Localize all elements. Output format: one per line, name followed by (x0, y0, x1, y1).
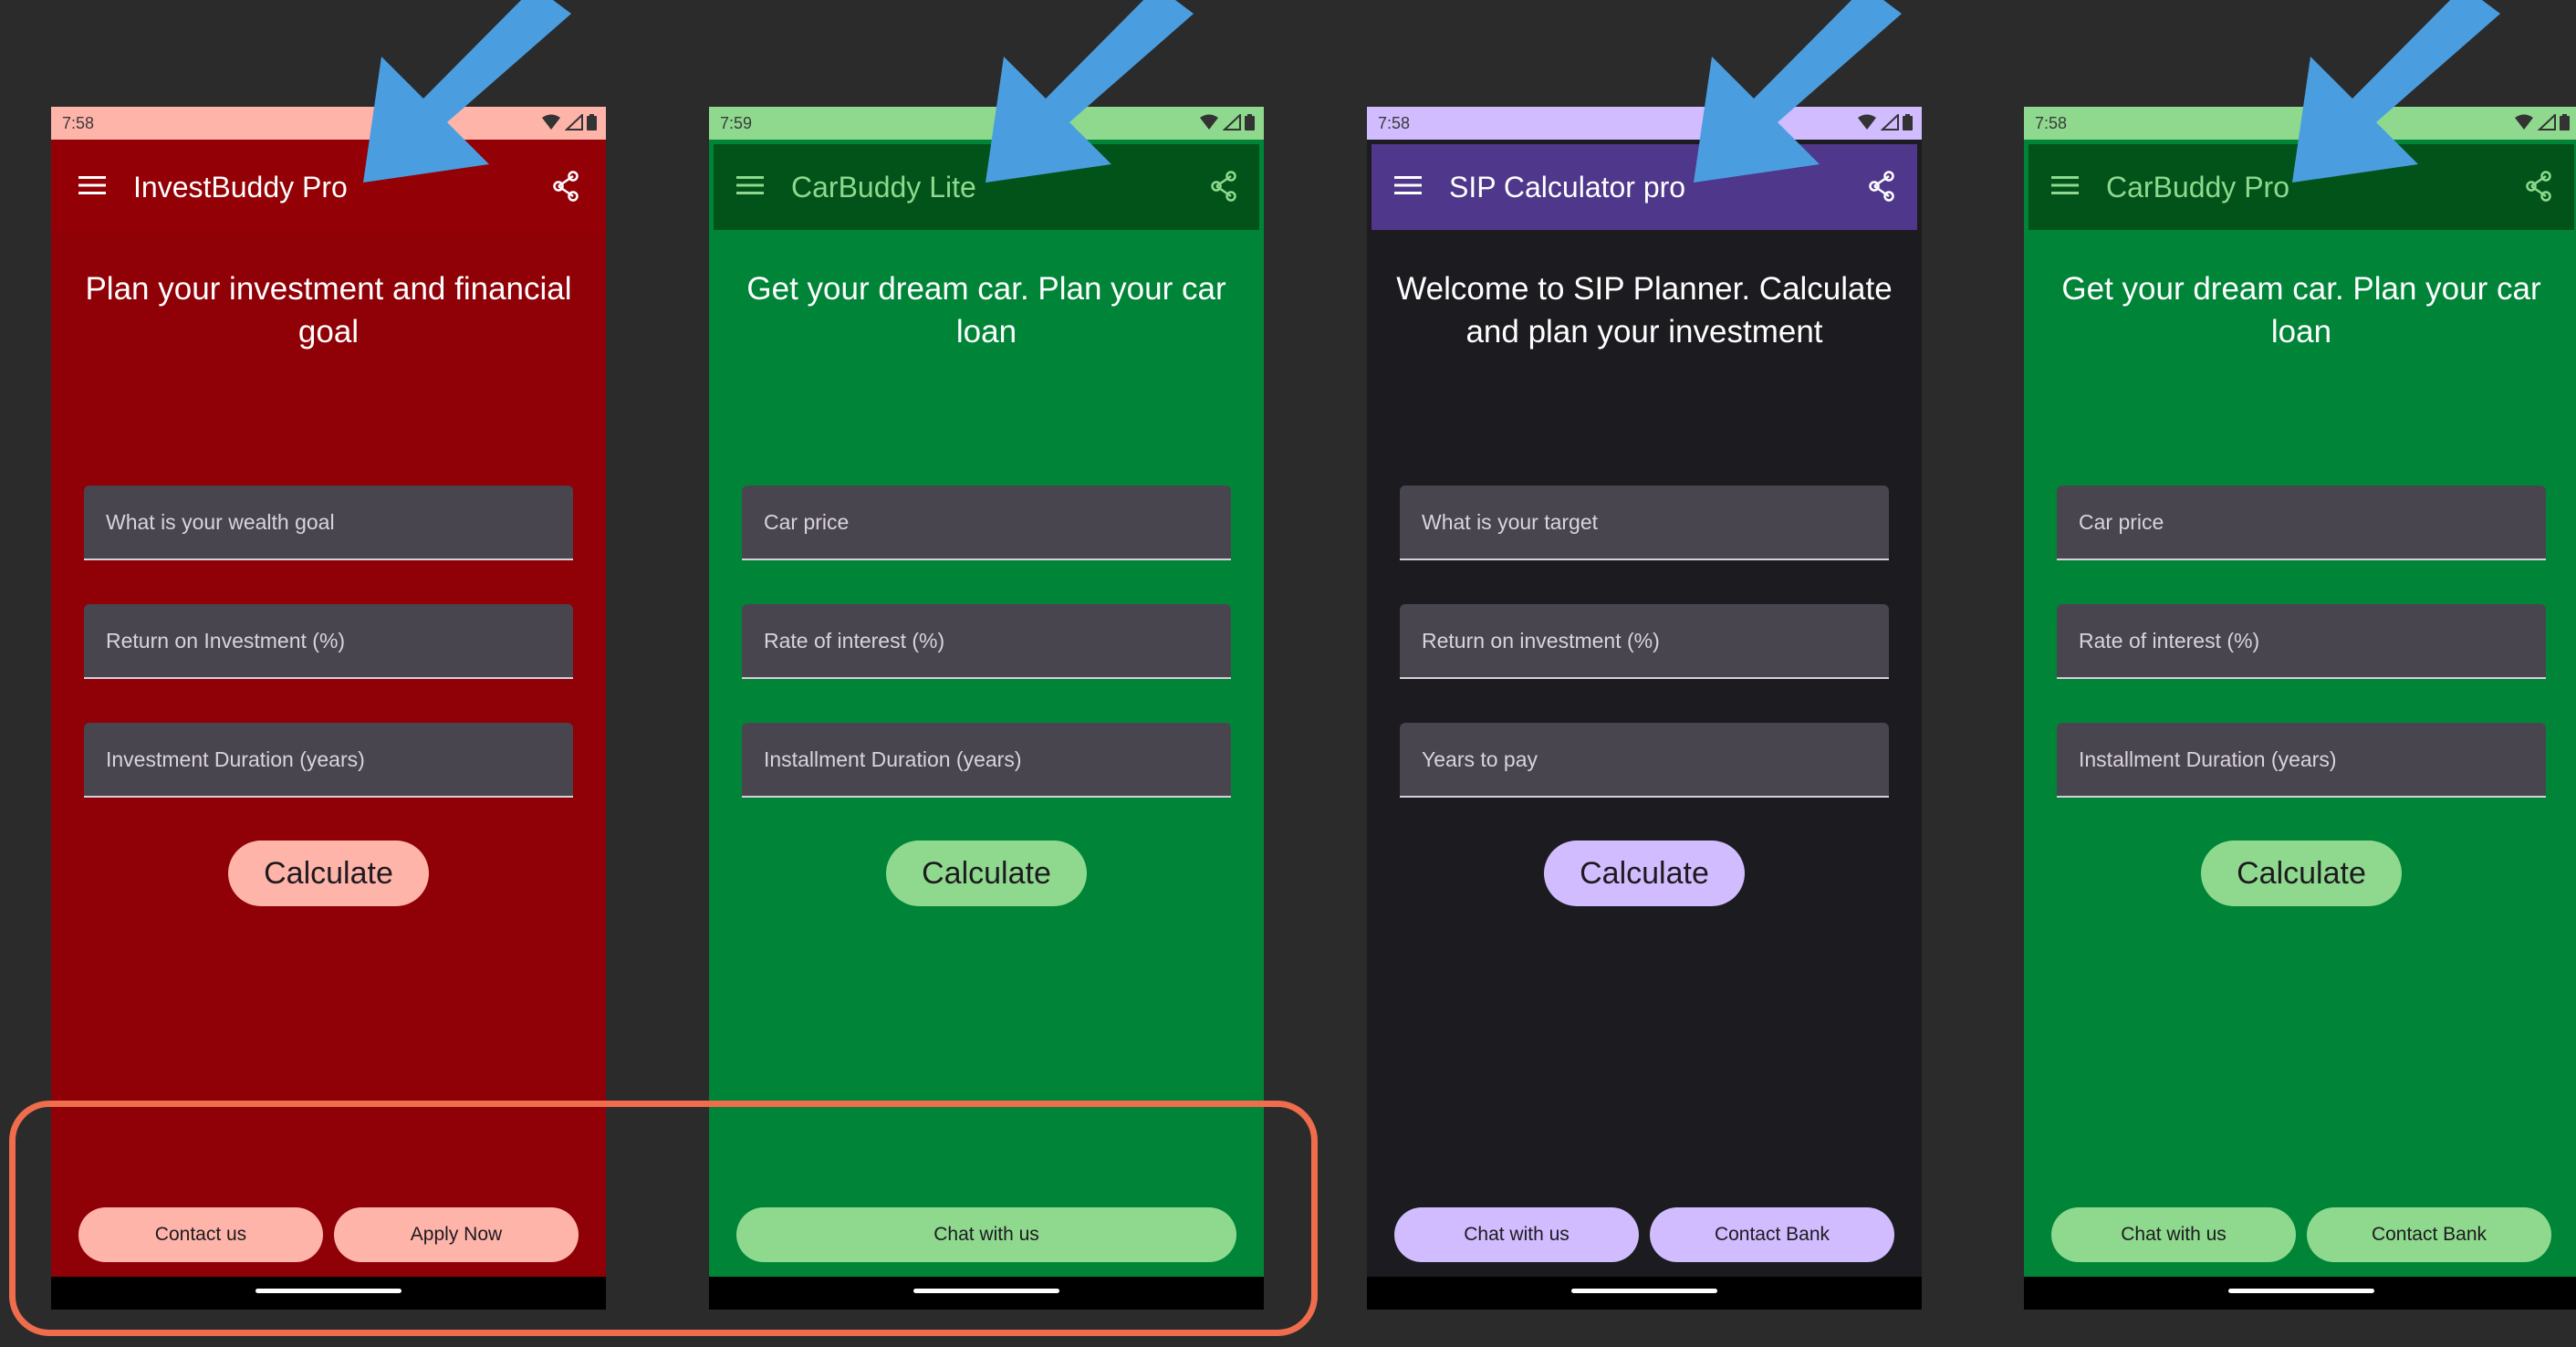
input-field-2[interactable]: Rate of interest (%) (742, 604, 1231, 679)
headline: Welcome to SIP Planner. Calculate and pl… (1396, 271, 1893, 350)
signal-icon (1223, 114, 1241, 131)
phone-screen-sip-calculator-pro: 7:58 SIP Calculator pro Welcome to SIP P… (1367, 107, 1922, 1310)
input-field-1[interactable]: Car price (2057, 486, 2546, 560)
navigation-bar (2024, 1277, 2576, 1310)
field-label: Car price (764, 510, 850, 534)
chat-with-us-button[interactable]: Chat with us (1394, 1207, 1639, 1262)
headline: Plan your investment and financial goal (85, 271, 572, 350)
navigation-bar (1367, 1277, 1922, 1310)
share-icon[interactable] (2524, 171, 2553, 202)
input-field-2[interactable]: Return on Investment (%) (84, 604, 573, 679)
battery-icon (1245, 114, 1255, 131)
status-time: 7:58 (62, 114, 95, 132)
calculate-button[interactable]: Calculate (1544, 841, 1745, 906)
input-field-3[interactable]: Installment Duration (years) (2057, 723, 2546, 798)
field-label: Return on Investment (%) (106, 629, 346, 653)
status-time: 7:58 (1378, 114, 1411, 132)
field-label: What is your target (1422, 510, 1599, 534)
field-label: Rate of interest (%) (764, 629, 945, 653)
input-field-1[interactable]: What is your wealth goal (84, 486, 573, 560)
app-title: InvestBuddy Pro (133, 171, 348, 204)
home-gesture-handle[interactable] (1571, 1289, 1717, 1293)
input-field-2[interactable]: Rate of interest (%) (2057, 604, 2546, 679)
screen-content: Plan your investment and financial goal … (51, 235, 606, 1240)
menu-icon[interactable] (736, 174, 764, 196)
field-label: Return on investment (%) (1422, 629, 1660, 653)
headline: Get your dream car. Plan your car loan (2061, 271, 2541, 350)
app-title: SIP Calculator pro (1449, 171, 1686, 204)
phone-screen-carbuddy-pro: 7:58 CarBuddy Pro Get your dream car. Pl… (2024, 107, 2576, 1310)
headline: Get your dream car. Plan your car loan (746, 271, 1226, 350)
calculate-button[interactable]: Calculate (886, 841, 1087, 906)
app-title: CarBuddy Lite (791, 171, 976, 204)
input-field-2[interactable]: Return on investment (%) (1400, 604, 1889, 679)
screen-content: Get your dream car. Plan your car loan C… (709, 235, 1264, 1240)
home-gesture-handle[interactable] (2228, 1289, 2374, 1293)
field-label: Installment Duration (years) (764, 747, 1022, 771)
field-label: Installment Duration (years) (2079, 747, 2337, 771)
input-field-3[interactable]: Years to pay (1400, 723, 1889, 798)
contact-bank-button[interactable]: Contact Bank (2307, 1207, 2551, 1262)
screen-content: Welcome to SIP Planner. Calculate and pl… (1367, 235, 1922, 1240)
app-title: CarBuddy Pro (2106, 171, 2289, 204)
battery-icon (2560, 114, 2570, 131)
menu-icon[interactable] (78, 174, 106, 196)
input-field-3[interactable]: Investment Duration (years) (84, 723, 573, 798)
field-label: Rate of interest (%) (2079, 629, 2260, 653)
signal-icon (2538, 114, 2556, 131)
menu-icon[interactable] (1394, 174, 1422, 196)
field-label: Car price (2079, 510, 2164, 534)
input-field-1[interactable]: What is your target (1400, 486, 1889, 560)
input-field-3[interactable]: Installment Duration (years) (742, 723, 1231, 798)
input-field-1[interactable]: Car price (742, 486, 1231, 560)
field-label: What is your wealth goal (106, 510, 335, 534)
status-time: 7:58 (2035, 114, 2068, 132)
screen-content: Get your dream car. Plan your car loan C… (2024, 235, 2576, 1240)
annotation-arrow-3 (1694, 0, 1902, 183)
contact-bank-button[interactable]: Contact Bank (1650, 1207, 1894, 1262)
annotation-highlight-box (9, 1101, 1318, 1336)
menu-icon[interactable] (2051, 174, 2079, 196)
field-label: Investment Duration (years) (106, 747, 365, 771)
chat-with-us-button[interactable]: Chat with us (2051, 1207, 2296, 1262)
calculate-button[interactable]: Calculate (2201, 841, 2402, 906)
annotation-arrow-2 (986, 0, 1194, 183)
status-time: 7:59 (720, 114, 753, 132)
field-label: Years to pay (1422, 747, 1538, 771)
calculate-button[interactable]: Calculate (228, 841, 429, 906)
annotation-arrow-4 (2292, 0, 2500, 183)
annotation-arrow-1 (363, 0, 571, 183)
